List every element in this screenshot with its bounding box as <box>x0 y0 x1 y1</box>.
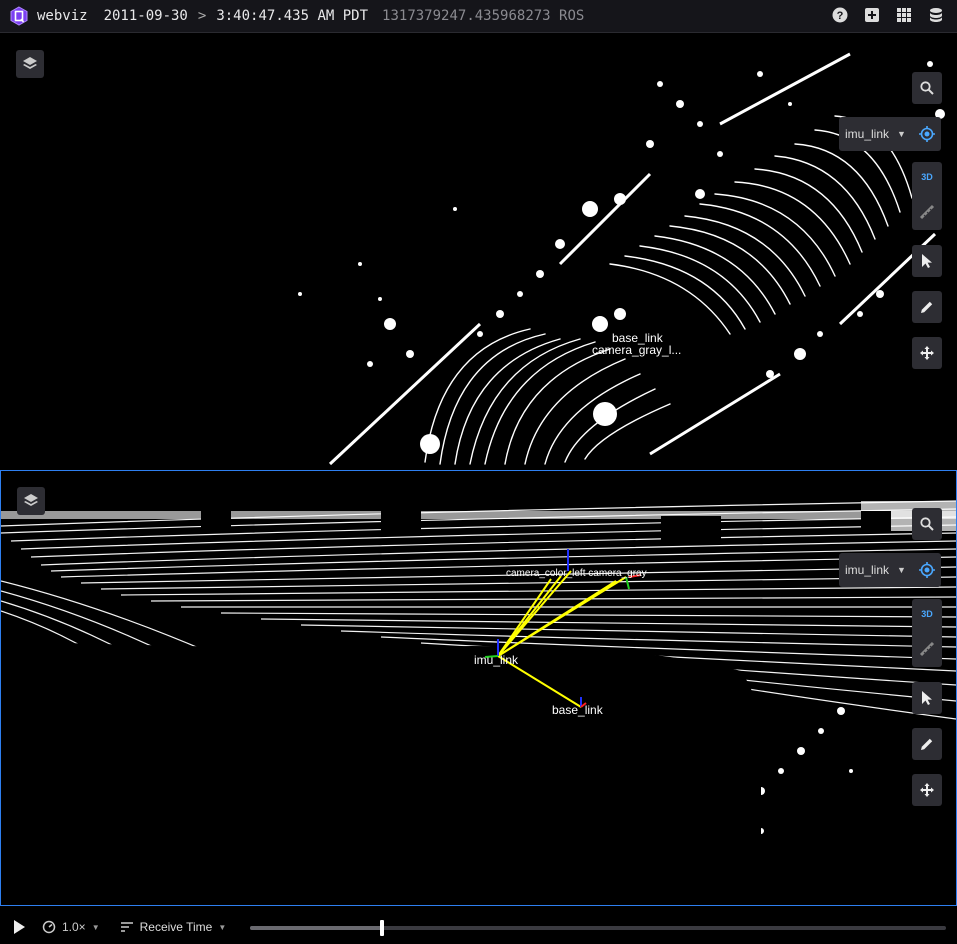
select-tool-button[interactable] <box>912 682 942 714</box>
bottom-3d-panel[interactable]: camera_color_left camera_gray imu_link b… <box>0 470 957 906</box>
frame-label-imu-link: imu_link <box>474 653 519 667</box>
frame-label-camera-group: camera_color_left camera_gray <box>506 568 647 579</box>
move-tool-button[interactable] <box>912 774 942 806</box>
play-icon[interactable] <box>12 919 26 935</box>
select-cursor-icon <box>922 254 932 268</box>
pencil-icon <box>921 738 933 750</box>
scrubber-handle[interactable] <box>380 920 385 936</box>
point-cloud-bottom[interactable] <box>1 471 956 905</box>
frame-label-base-link: base_link <box>552 703 603 717</box>
time-mode-select[interactable]: Receive Time ▼ <box>120 920 227 934</box>
search-button[interactable] <box>912 72 942 104</box>
caret-down-icon: ▼ <box>218 922 227 932</box>
follow-frame-select[interactable]: imu_link ▼ <box>839 553 941 587</box>
current-time: 3:40:47.435 AM PDT <box>216 8 369 24</box>
draw-tool-button[interactable] <box>912 291 942 323</box>
time-mode-value: Receive Time <box>139 920 213 934</box>
top-bar: webviz 2011-09-30 > 3:40:47.435 AM PDT 1… <box>0 0 957 33</box>
ruler-icon[interactable] <box>919 641 935 657</box>
move-icon <box>920 783 934 797</box>
move-icon <box>920 346 934 360</box>
playback-scrubber[interactable] <box>250 920 946 936</box>
search-button[interactable] <box>912 508 942 540</box>
search-icon <box>920 517 934 531</box>
follow-frame-select[interactable]: imu_link ▼ <box>839 117 941 151</box>
playback-speed-value: 1.0× <box>62 920 86 934</box>
camera-mode-toggle[interactable]: 3D <box>912 162 942 230</box>
follow-frame-value: imu_link <box>845 127 890 141</box>
follow-frame-value: imu_link <box>845 563 890 577</box>
search-icon <box>920 81 934 95</box>
layers-icon <box>23 57 37 69</box>
top-3d-panel[interactable]: base_link camera_gray_l... imu_link ▼ 3D <box>0 34 957 469</box>
ruler-icon[interactable] <box>919 204 935 220</box>
draw-tool-button[interactable] <box>912 728 942 760</box>
current-date: 2011-09-30 <box>103 8 188 24</box>
layers-icon <box>24 494 38 506</box>
app-name: webviz <box>37 8 88 24</box>
svg-text:?: ? <box>837 10 844 22</box>
playback-bar: 1.0× ▼ Receive Time ▼ <box>0 910 957 944</box>
pencil-icon <box>921 301 933 313</box>
caret-down-icon: ▼ <box>897 565 906 575</box>
frame-label-camera: camera_gray_l... <box>592 343 682 357</box>
select-cursor-icon <box>922 691 932 705</box>
playback-speed-select[interactable]: 1.0× ▼ <box>42 920 100 934</box>
point-cloud-top[interactable] <box>0 34 957 469</box>
add-panel-icon[interactable] <box>863 6 881 24</box>
camera-mode-toggle[interactable]: 3D <box>912 599 942 667</box>
target-icon[interactable] <box>919 126 935 142</box>
webviz-logo-icon <box>10 6 28 26</box>
layers-button[interactable] <box>17 487 45 515</box>
scrubber-progress <box>250 926 383 930</box>
ros-timestamp: 1317379247.435968273 ROS <box>382 8 585 24</box>
3d-mode-label[interactable]: 3D <box>912 172 942 182</box>
speed-dial-icon <box>42 920 56 934</box>
sort-lines-icon <box>120 922 133 932</box>
3d-mode-label[interactable]: 3D <box>912 609 942 619</box>
data-source-icon[interactable] <box>927 6 945 24</box>
caret-down-icon: ▼ <box>897 129 906 139</box>
help-icon[interactable]: ? <box>831 6 849 24</box>
caret-down-icon: ▼ <box>91 922 100 932</box>
move-tool-button[interactable] <box>912 337 942 369</box>
layers-button[interactable] <box>16 50 44 78</box>
select-tool-button[interactable] <box>912 245 942 277</box>
layout-grid-icon[interactable] <box>895 6 913 24</box>
target-icon[interactable] <box>919 562 935 578</box>
chevron-right-icon: > <box>197 8 207 24</box>
